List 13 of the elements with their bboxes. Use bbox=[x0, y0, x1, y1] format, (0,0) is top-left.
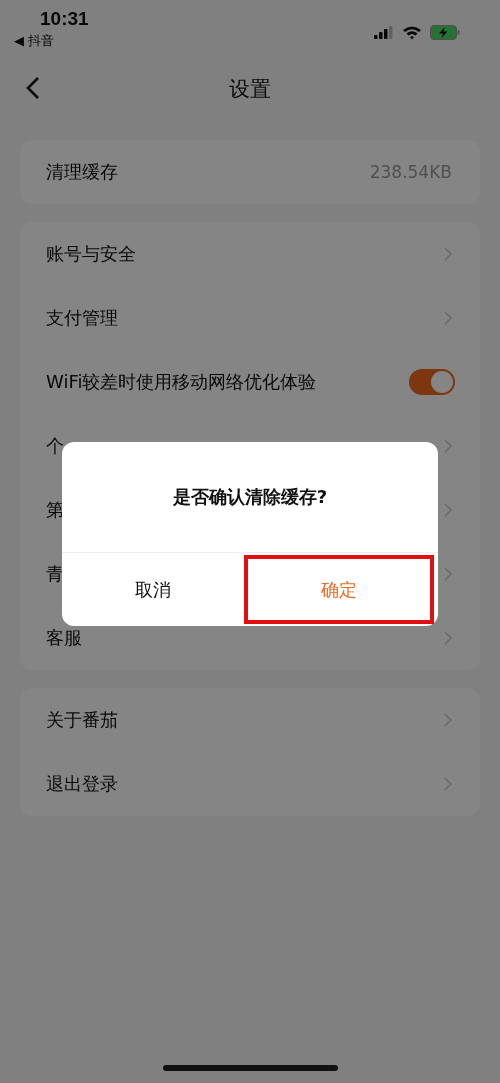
row-label: 支付管理 bbox=[46, 306, 118, 330]
row-label: 账号与安全 bbox=[46, 242, 136, 266]
page-title: 设置 bbox=[229, 76, 271, 103]
row-label: 客服 bbox=[46, 626, 82, 650]
row-label: 关于番茄 bbox=[46, 708, 118, 732]
row-label: 清理缓存 bbox=[46, 160, 118, 184]
row-label: 青 bbox=[46, 562, 64, 586]
dialog-message: 是否确认清除缓存? bbox=[62, 442, 438, 553]
status-time: 10:31 bbox=[39, 8, 89, 30]
row-label: 个 bbox=[46, 434, 64, 458]
row-label: WiFi较差时使用移动网络优化体验 bbox=[46, 370, 317, 394]
row-label: 退出登录 bbox=[46, 772, 118, 796]
row-label: 第 bbox=[46, 498, 64, 522]
